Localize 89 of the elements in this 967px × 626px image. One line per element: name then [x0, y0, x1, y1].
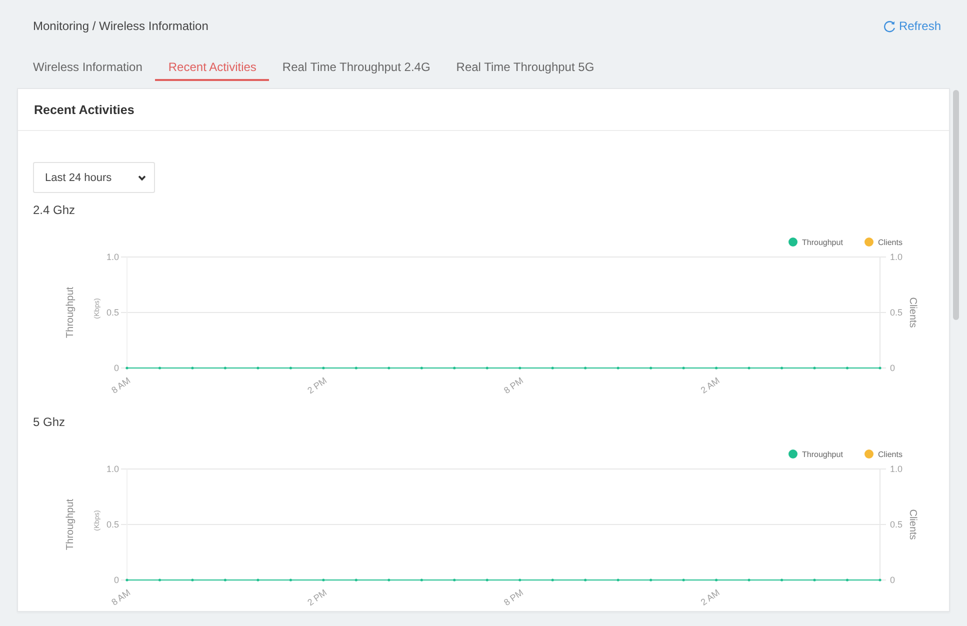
refresh-icon [882, 20, 896, 32]
card-title: Recent Activities [34, 102, 134, 116]
breadcrumb: Monitoring / Wireless Information [33, 19, 208, 33]
data-point [354, 366, 358, 370]
data-point [878, 366, 882, 370]
data-point [191, 578, 194, 582]
tick-label: 1.0 [890, 252, 903, 262]
data-point [388, 578, 390, 582]
legend-label[interactable]: Clients [878, 238, 902, 247]
legend-label[interactable]: Throughput [802, 238, 843, 247]
data-point [256, 366, 260, 370]
tick-label: 2 AM [698, 375, 722, 396]
data-point [322, 578, 325, 582]
data-point [616, 366, 620, 370]
data-point [518, 578, 522, 582]
data-point [584, 578, 587, 582]
tick-label: 8 AM [110, 587, 132, 608]
tick-label: 0 [114, 575, 119, 585]
tick-label: 8 AM [110, 375, 132, 396]
data-point [126, 578, 128, 582]
tick-label: 1.0 [106, 252, 119, 262]
data-point [780, 578, 784, 582]
chart-title: 5 Ghz [33, 415, 66, 429]
legend-label[interactable]: Throughput [802, 450, 843, 459]
tick-label: 8 PM [502, 587, 526, 608]
data-point [518, 366, 522, 370]
tick-label: 1.0 [890, 464, 903, 474]
data-point [650, 578, 652, 582]
data-point [420, 366, 423, 370]
tab[interactable]: Wireless Information [20, 52, 156, 81]
axis-title: Clients [907, 297, 918, 328]
tick-label: 0.5 [106, 520, 119, 530]
data-point [846, 578, 849, 582]
axis-title: Clients [907, 509, 918, 540]
tick-label: 0 [890, 363, 896, 373]
data-point [813, 366, 816, 370]
tick-label: 0.5 [890, 520, 903, 530]
data-point [354, 578, 358, 582]
data-point [748, 366, 750, 370]
chart-title: 2.4 Ghz [33, 203, 76, 217]
tick-label: 0.5 [890, 308, 903, 318]
tick-label: 0 [890, 575, 896, 585]
data-point [453, 578, 456, 582]
data-point [846, 366, 849, 370]
data-point [682, 366, 685, 370]
data-point [224, 366, 227, 370]
data-point [126, 366, 128, 370]
legend-label[interactable]: Clients [878, 450, 902, 459]
data-point [158, 578, 162, 582]
data-point [420, 578, 423, 582]
tick-label: 2 AM [698, 587, 722, 608]
data-point [584, 366, 587, 370]
chevron-down-icon [138, 174, 146, 180]
time-range-select[interactable]: Last 24 hours [33, 162, 155, 193]
data-point [616, 578, 620, 582]
data-point [486, 366, 488, 370]
tick-label: 1.0 [106, 464, 119, 474]
data-point [878, 578, 882, 582]
data-point [715, 366, 718, 370]
tick-label: 0 [114, 363, 119, 373]
tick-label: 8 PM [502, 375, 526, 396]
tick-label: 2 PM [306, 375, 329, 396]
data-point [191, 366, 194, 370]
data-point [453, 366, 456, 370]
data-point [486, 578, 488, 582]
tab[interactable]: Real Time Throughput 2.4G [269, 52, 444, 81]
tab[interactable]: Real Time Throughput 5G [443, 52, 608, 81]
data-point [256, 578, 260, 582]
data-point [158, 366, 162, 370]
data-point [682, 578, 685, 582]
tab[interactable]: Recent Activities [155, 52, 270, 81]
data-point [715, 578, 718, 582]
tick-label: 0.5 [106, 308, 119, 318]
data-point [748, 578, 750, 582]
data-point [322, 366, 325, 370]
data-point [551, 366, 554, 370]
data-point [289, 578, 292, 582]
data-point [650, 366, 652, 370]
axis-title: Throughput [65, 286, 76, 338]
scrollbar-thumb[interactable] [953, 90, 959, 320]
refresh-button[interactable]: Refresh [882, 19, 941, 33]
data-point [780, 366, 784, 370]
data-point [388, 366, 390, 370]
axis-title: Throughput [65, 498, 76, 550]
tick-label: 2 PM [306, 587, 329, 608]
data-point [813, 578, 816, 582]
data-point [551, 578, 554, 582]
data-point [224, 578, 227, 582]
data-point [289, 366, 292, 370]
